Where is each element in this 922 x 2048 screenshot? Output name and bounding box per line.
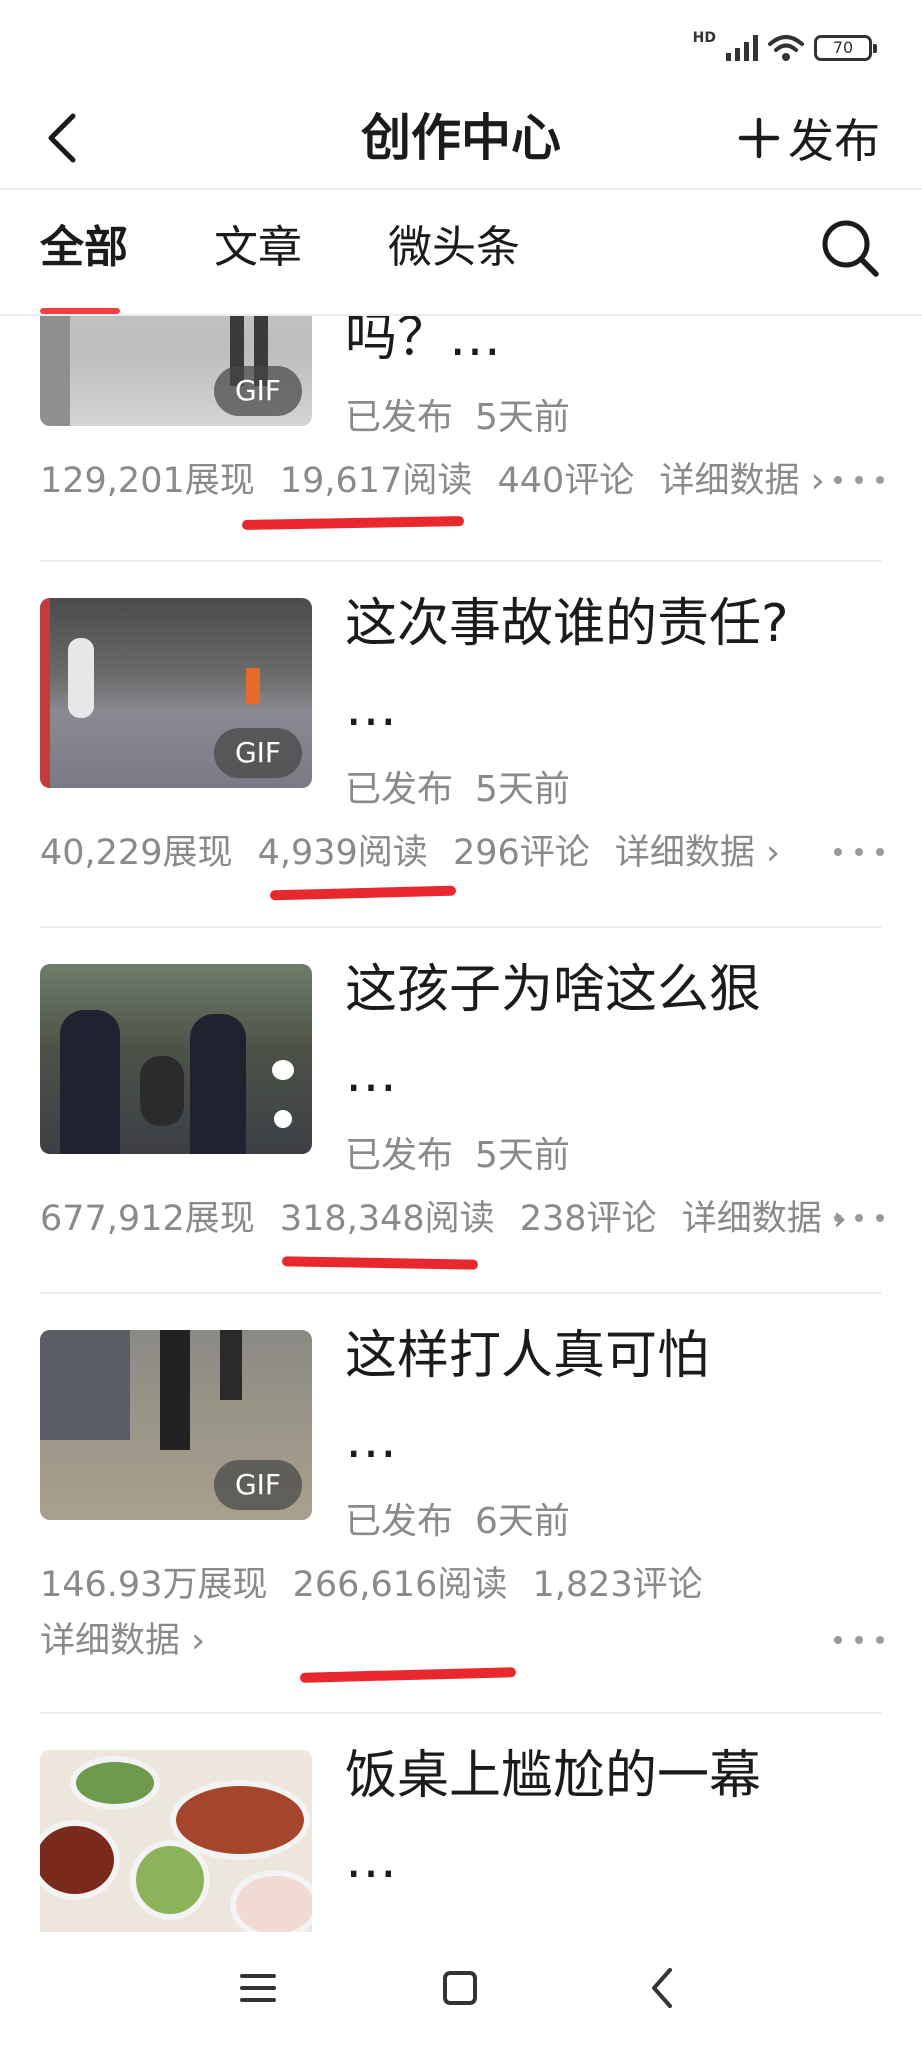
gif-badge: GIF bbox=[214, 1460, 302, 1510]
more-dots-icon bbox=[834, 476, 842, 484]
post-item[interactable]: 饭桌上尴尬的一幕 … bbox=[0, 1714, 922, 1932]
post-title[interactable]: 这样打人真可怕 … bbox=[345, 1314, 885, 1482]
publish-status: 已发布 bbox=[345, 1501, 454, 1542]
impressions-count: 129,201展现 bbox=[40, 461, 255, 501]
post-thumbnail[interactable]: GIF bbox=[40, 598, 312, 788]
plus-icon bbox=[738, 117, 780, 159]
impressions-count: 677,912展现 bbox=[40, 1199, 255, 1239]
reads-count: 19,617阅读 bbox=[279, 461, 473, 501]
post-item[interactable]: GIF 这样打人真可怕 … 已发布 6天前 146.93万展现 266,616阅… bbox=[0, 1294, 922, 1714]
detail-data-link[interactable]: 详细数据 › bbox=[40, 1621, 205, 1661]
post-item[interactable]: GIF 这次事故谁的责任? … 已发布 5天前 40,229展现 4,939阅读… bbox=[0, 562, 922, 928]
post-stats: 129,201展现 19,617阅读 440评论 详细数据 › bbox=[40, 452, 839, 503]
publish-button[interactable]: 发布 bbox=[738, 104, 880, 172]
search-button[interactable] bbox=[818, 216, 882, 280]
more-dots-icon bbox=[834, 848, 842, 856]
status-bar: HD 70 bbox=[0, 0, 922, 92]
back-button[interactable] bbox=[32, 106, 92, 170]
battery-icon: 70 bbox=[814, 35, 877, 61]
post-title-line: 这次事故谁的责任? bbox=[345, 594, 789, 654]
impressions-count: 40,229展现 bbox=[40, 833, 233, 873]
post-stats: 146.93万展现 266,616阅读 1,823评论 bbox=[40, 1556, 717, 1607]
more-options-button[interactable] bbox=[834, 1620, 884, 1660]
post-title-line: … bbox=[345, 1830, 397, 1890]
detail-data-link[interactable]: 详细数据 › bbox=[659, 461, 824, 501]
wifi-icon bbox=[768, 35, 804, 61]
network-label: HD bbox=[692, 30, 716, 46]
square-home-icon bbox=[443, 1971, 477, 2005]
post-stats: 677,912展现 318,348阅读 238评论 详细数据 › bbox=[40, 1190, 861, 1241]
post-title[interactable]: 饭桌上尴尬的一幕 … bbox=[345, 1734, 885, 1902]
post-title-line: … bbox=[345, 1044, 397, 1104]
more-options-button[interactable] bbox=[834, 1198, 884, 1238]
post-thumbnail[interactable]: GIF bbox=[40, 316, 312, 426]
post-thumbnail[interactable] bbox=[40, 964, 312, 1154]
publish-time: 5天前 bbox=[475, 769, 570, 810]
post-title[interactable]: 这次事故谁的责任? … bbox=[345, 582, 885, 750]
publish-time: 5天前 bbox=[475, 1135, 570, 1176]
red-marker bbox=[299, 1667, 517, 1683]
menu-icon bbox=[240, 1974, 276, 2002]
post-title-line: … bbox=[345, 678, 397, 738]
detail-data-link[interactable]: 详细数据 › bbox=[615, 833, 780, 873]
publish-time: 5天前 bbox=[475, 397, 570, 438]
more-options-button[interactable] bbox=[834, 460, 884, 500]
post-thumbnail[interactable] bbox=[40, 1750, 312, 1932]
chevron-left-icon bbox=[48, 113, 76, 163]
top-bar: 创作中心 发布 bbox=[0, 92, 922, 188]
publish-status: 已发布 bbox=[345, 1135, 454, 1176]
home-button[interactable] bbox=[430, 1960, 490, 2016]
menu-button[interactable] bbox=[228, 1960, 288, 2016]
publish-status: 已发布 bbox=[345, 397, 454, 438]
more-dots-icon bbox=[834, 1636, 842, 1644]
tab-all[interactable]: 全部 bbox=[40, 218, 128, 278]
post-thumbnail[interactable]: GIF bbox=[40, 1330, 312, 1520]
post-item[interactable]: GIF 吗？… 已发布 5天前 129,201展现 19,617阅读 440评论… bbox=[0, 316, 922, 562]
red-marker bbox=[281, 1256, 479, 1270]
back-triangle-icon bbox=[652, 1968, 672, 2008]
system-back-button[interactable] bbox=[632, 1960, 692, 2016]
search-icon bbox=[822, 220, 879, 277]
publish-time: 6天前 bbox=[475, 1501, 570, 1542]
post-status: 已发布 5天前 bbox=[345, 388, 570, 440]
post-title[interactable]: 这孩子为啥这么狠 … bbox=[345, 948, 885, 1116]
post-status: 已发布 5天前 bbox=[345, 1126, 570, 1178]
post-title-line: 饭桌上尴尬的一幕 bbox=[345, 1746, 762, 1806]
post-item[interactable]: 这孩子为啥这么狠 … 已发布 5天前 677,912展现 318,348阅读 2… bbox=[0, 928, 922, 1294]
reads-count: 4,939阅读 bbox=[257, 833, 428, 873]
more-dots-icon bbox=[834, 1214, 842, 1222]
post-stats-detail-row: 详细数据 › bbox=[40, 1612, 219, 1663]
impressions-count: 146.93万展现 bbox=[40, 1565, 268, 1605]
signal-icon bbox=[726, 35, 758, 61]
post-title-line: … bbox=[345, 1410, 397, 1470]
red-marker bbox=[269, 885, 457, 901]
detail-data-link[interactable]: 详细数据 › bbox=[682, 1199, 847, 1239]
comments-count: 296评论 bbox=[452, 833, 590, 873]
tab-bar: 全部 文章 微头条 bbox=[0, 190, 922, 314]
status-icons: HD 70 bbox=[692, 28, 877, 68]
more-options-button[interactable] bbox=[834, 832, 884, 872]
comments-count: 440评论 bbox=[497, 461, 635, 501]
gif-badge: GIF bbox=[214, 728, 302, 778]
publish-status: 已发布 bbox=[345, 769, 454, 810]
reads-count: 266,616阅读 bbox=[292, 1565, 508, 1605]
tab-articles[interactable]: 文章 bbox=[214, 218, 302, 278]
post-status: 已发布 6天前 bbox=[345, 1492, 570, 1544]
red-marker bbox=[241, 516, 465, 530]
comments-count: 1,823评论 bbox=[532, 1565, 703, 1605]
post-list[interactable]: GIF 吗？… 已发布 5天前 129,201展现 19,617阅读 440评论… bbox=[0, 316, 922, 1932]
post-title-line: 这样打人真可怕 bbox=[345, 1326, 710, 1386]
gif-badge: GIF bbox=[214, 366, 302, 416]
post-stats: 40,229展现 4,939阅读 296评论 详细数据 › bbox=[40, 824, 794, 875]
system-navigation-bar bbox=[0, 1932, 922, 2048]
reads-count: 318,348阅读 bbox=[279, 1199, 495, 1239]
comments-count: 238评论 bbox=[519, 1199, 657, 1239]
post-status: 已发布 5天前 bbox=[345, 760, 570, 812]
post-title-line: 这孩子为啥这么狠 bbox=[345, 960, 762, 1020]
tab-micro-posts[interactable]: 微头条 bbox=[388, 218, 520, 278]
publish-label: 发布 bbox=[788, 114, 880, 168]
post-title[interactable]: 吗？… bbox=[345, 316, 885, 380]
